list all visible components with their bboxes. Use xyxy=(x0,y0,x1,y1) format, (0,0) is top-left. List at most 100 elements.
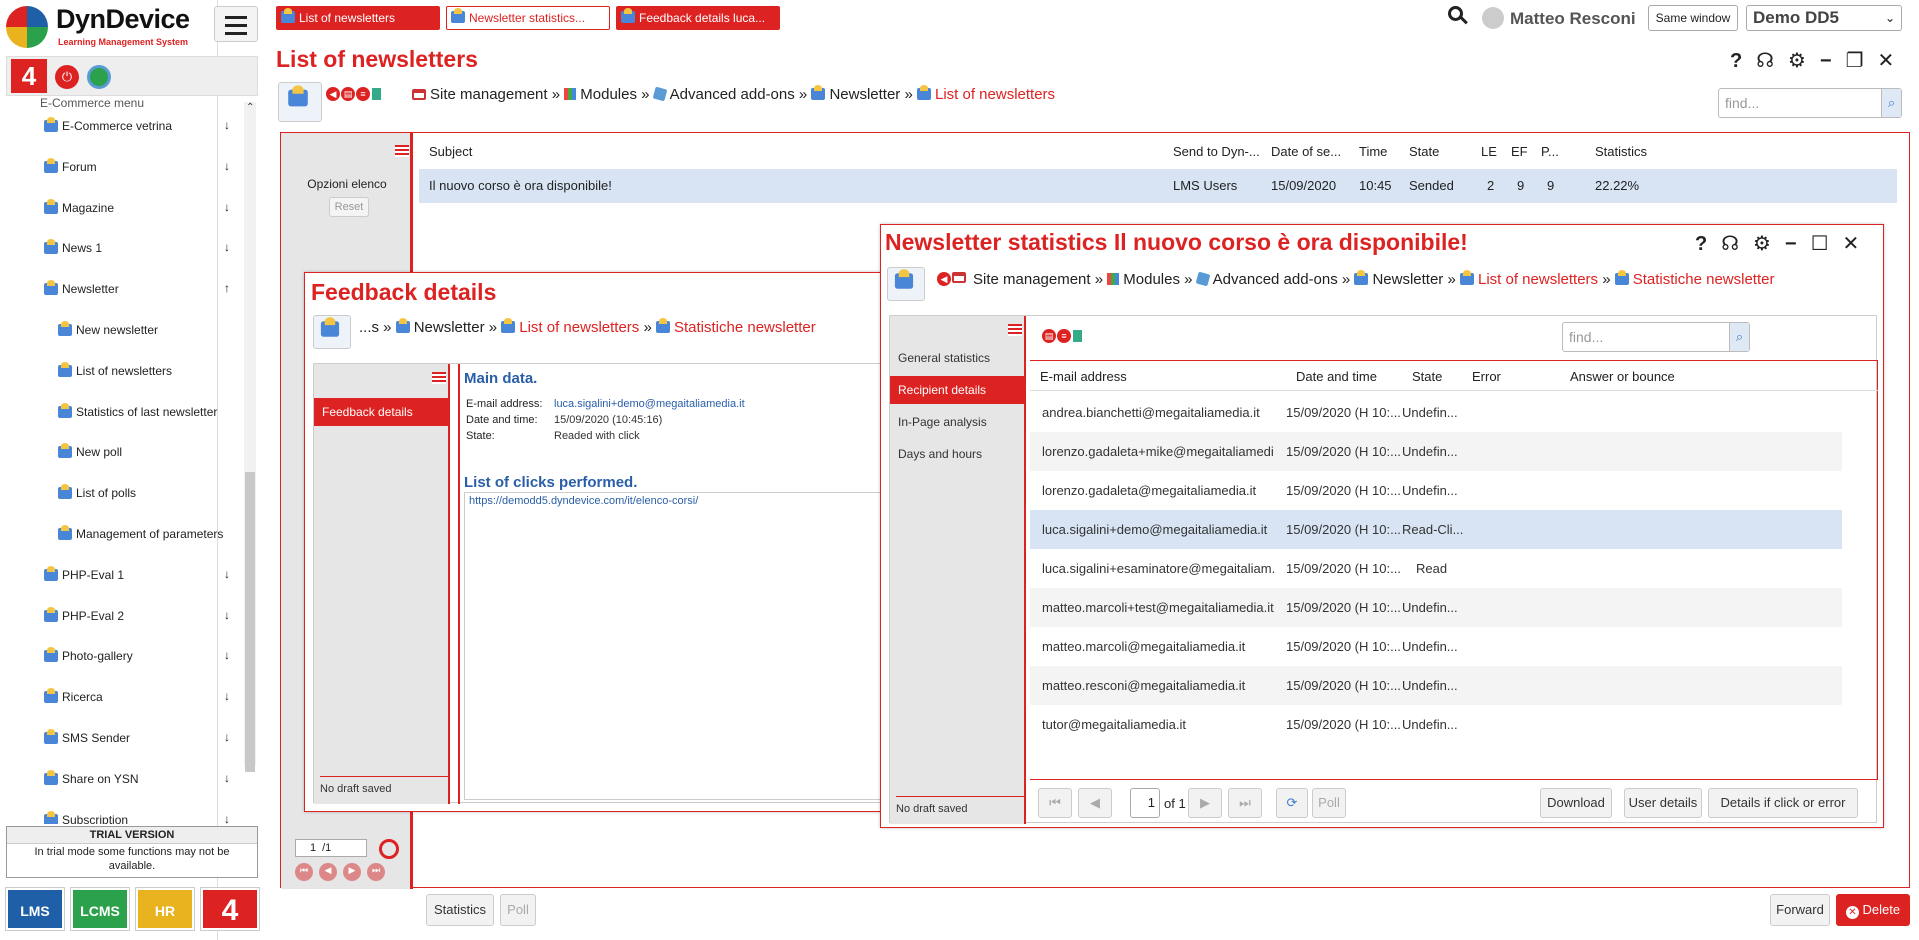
expand-arrow-icon[interactable]: ↓ xyxy=(224,567,230,581)
task-tab[interactable]: List of newsletters xyxy=(276,6,440,30)
statistics-button[interactable]: Statistics xyxy=(426,894,494,926)
stats-list-icon[interactable]: ≡ xyxy=(1057,328,1071,343)
table-row[interactable]: Il nuovo corso è ora disponibile! LMS Use… xyxy=(419,169,1897,203)
refresh-icon[interactable] xyxy=(379,839,399,859)
stats-module-icon[interactable] xyxy=(887,267,925,301)
logo[interactable]: DynDevice Learning Management System xyxy=(6,4,206,48)
app-tile[interactable]: LMS xyxy=(5,887,65,931)
stats-tab[interactable]: In-Page analysis xyxy=(890,408,1026,436)
scroll-thumb[interactable] xyxy=(245,472,255,772)
sidebar-item[interactable]: Ricerca ↓ xyxy=(0,687,240,709)
stats-maximize-icon[interactable]: ☐ xyxy=(1811,231,1829,256)
sidebar-item[interactable]: Subscription ↓ xyxy=(0,810,240,824)
recipient-row[interactable]: matteo.resconi@megaitaliamedia.it 15/09/2… xyxy=(1030,666,1842,705)
stats-column-header[interactable]: Answer or bounce xyxy=(1570,369,1675,384)
sidebar-item[interactable]: List of newsletters xyxy=(0,361,240,383)
stats-tab[interactable]: Recipient details xyxy=(890,376,1026,404)
stats-export-icon[interactable]: ▤ xyxy=(1042,328,1056,343)
sidebar-scrollbar[interactable]: ⌃ xyxy=(244,102,256,772)
column-header[interactable]: Send to Dyn-... xyxy=(1173,144,1260,159)
newsletter-module-icon[interactable] xyxy=(278,82,322,122)
restore-icon[interactable]: ❐ xyxy=(1846,48,1864,73)
stats-tab[interactable]: Days and hours xyxy=(890,440,1026,468)
sidebar-item[interactable]: Share on YSN ↓ xyxy=(0,769,240,791)
expand-arrow-icon[interactable]: ↓ xyxy=(224,159,230,173)
find-search-icon[interactable]: ⌕ xyxy=(1881,89,1901,117)
expand-arrow-icon[interactable]: ↓ xyxy=(224,812,230,824)
stats-column-header[interactable]: E-mail address xyxy=(1040,369,1127,384)
column-header[interactable]: EF xyxy=(1511,144,1528,159)
recipient-row[interactable]: luca.sigalini+esaminatore@megaitaliam...… xyxy=(1030,549,1842,588)
breadcrumb-item[interactable]: Advanced add-ons xyxy=(1213,271,1338,288)
first-page-button[interactable]: ⏮ xyxy=(1038,788,1072,818)
four-icon[interactable]: 4 xyxy=(11,59,47,93)
reset-button[interactable]: Reset xyxy=(329,197,369,217)
stats-close-icon[interactable]: ✕ xyxy=(1843,231,1860,256)
prev-page-icon[interactable]: ◀ xyxy=(319,863,337,881)
next-page-button[interactable]: ▶ xyxy=(1188,788,1222,818)
scroll-up-icon[interactable]: ⌃ xyxy=(246,102,254,113)
last-page-button[interactable]: ⏭ xyxy=(1228,788,1262,818)
breadcrumb-item[interactable]: List of newsletters xyxy=(519,319,639,336)
help-icon[interactable]: ? xyxy=(1730,50,1742,73)
recipient-row[interactable]: luca.sigalini+demo@megaitaliamedia.it 15/… xyxy=(1030,510,1842,549)
sidebar-item[interactable]: E-Commerce vetrina ↓ xyxy=(0,116,240,138)
feedback-menu-icon[interactable] xyxy=(432,372,446,384)
expand-arrow-icon[interactable]: ↓ xyxy=(224,200,230,214)
options-menu-icon[interactable] xyxy=(395,145,409,157)
same-window-button[interactable]: Same window xyxy=(1648,5,1738,31)
column-header[interactable]: State xyxy=(1409,144,1439,159)
recipient-row[interactable]: matteo.marcoli+test@megaitaliamedia.it 15… xyxy=(1030,588,1842,627)
recipient-row[interactable]: andrea.bianchetti@megaitaliamedia.it 15/0… xyxy=(1030,393,1842,432)
next-page-icon[interactable]: ▶ xyxy=(343,863,361,881)
column-header[interactable]: P... xyxy=(1541,144,1559,159)
expand-arrow-icon[interactable]: ↓ xyxy=(224,730,230,744)
expand-arrow-icon[interactable]: ↓ xyxy=(224,648,230,662)
expand-arrow-icon[interactable]: ↑ xyxy=(224,281,230,295)
stats-tab[interactable]: General statistics xyxy=(890,344,1026,372)
breadcrumb-item[interactable]: ...s xyxy=(359,319,379,336)
sidebar-item[interactable]: PHP-Eval 2 ↓ xyxy=(0,606,240,628)
breadcrumb-item[interactable]: Site management xyxy=(430,86,548,103)
stats-headset-icon[interactable]: ☊ xyxy=(1721,231,1739,256)
breadcrumb-item[interactable]: Newsletter xyxy=(829,86,900,103)
stats-poll-button[interactable]: Poll xyxy=(1312,788,1346,818)
app-tile[interactable]: HR xyxy=(135,887,195,931)
column-header[interactable]: Subject xyxy=(429,144,472,159)
user-details-button[interactable]: User details xyxy=(1624,788,1702,818)
task-tab[interactable]: Feedback details luca... xyxy=(616,6,780,30)
stats-find-icon[interactable]: ⌕ xyxy=(1729,323,1749,351)
breadcrumb-item[interactable]: Statistiche newsletter xyxy=(1633,271,1775,288)
breadcrumb-item[interactable]: List of newsletters xyxy=(935,86,1055,103)
sidebar-item[interactable]: New poll xyxy=(0,442,240,464)
user-name[interactable]: Matteo Resconi xyxy=(1510,9,1636,29)
poll-button[interactable]: Poll xyxy=(500,894,536,926)
export-icon[interactable]: ▤ xyxy=(341,86,355,101)
headset-icon[interactable]: ☊ xyxy=(1756,48,1774,73)
breadcrumb-item[interactable]: Advanced add-ons xyxy=(670,86,795,103)
sidebar-item[interactable]: PHP-Eval 1 ↓ xyxy=(0,565,240,587)
stats-column-header[interactable]: State xyxy=(1412,369,1442,384)
breadcrumb-item[interactable]: List of newsletters xyxy=(1478,271,1598,288)
minimize-icon[interactable]: − xyxy=(1820,50,1832,73)
breadcrumb-item[interactable]: Statistiche newsletter xyxy=(674,319,816,336)
search-input[interactable]: find... ⌕ xyxy=(1718,88,1902,118)
expand-arrow-icon[interactable]: ↓ xyxy=(224,608,230,622)
refresh-button[interactable]: ⟳ xyxy=(1276,788,1308,818)
app-tile[interactable]: 4 xyxy=(200,887,260,931)
sidebar-item[interactable]: SMS Sender ↓ xyxy=(0,728,240,750)
excel-icon[interactable] xyxy=(371,86,382,101)
stats-column-header[interactable]: Error xyxy=(1472,369,1501,384)
expand-arrow-icon[interactable]: ↓ xyxy=(224,118,230,132)
sidebar-item[interactable]: News 1 ↓ xyxy=(0,238,240,260)
sidebar-item[interactable]: List of polls xyxy=(0,483,240,505)
forward-button[interactable]: Forward xyxy=(1770,894,1830,926)
breadcrumb-item[interactable]: Modules xyxy=(580,86,637,103)
sidebar-item[interactable]: Forum ↓ xyxy=(0,157,240,179)
prev-page-button[interactable]: ◀ xyxy=(1078,788,1112,818)
feedback-module-icon[interactable] xyxy=(313,315,351,349)
list-icon[interactable]: ≡ xyxy=(356,86,370,101)
sidebar-item[interactable]: Management of parameters xyxy=(0,524,240,546)
search-icon[interactable] xyxy=(1448,6,1470,28)
column-header[interactable]: Date of se... xyxy=(1271,144,1341,159)
